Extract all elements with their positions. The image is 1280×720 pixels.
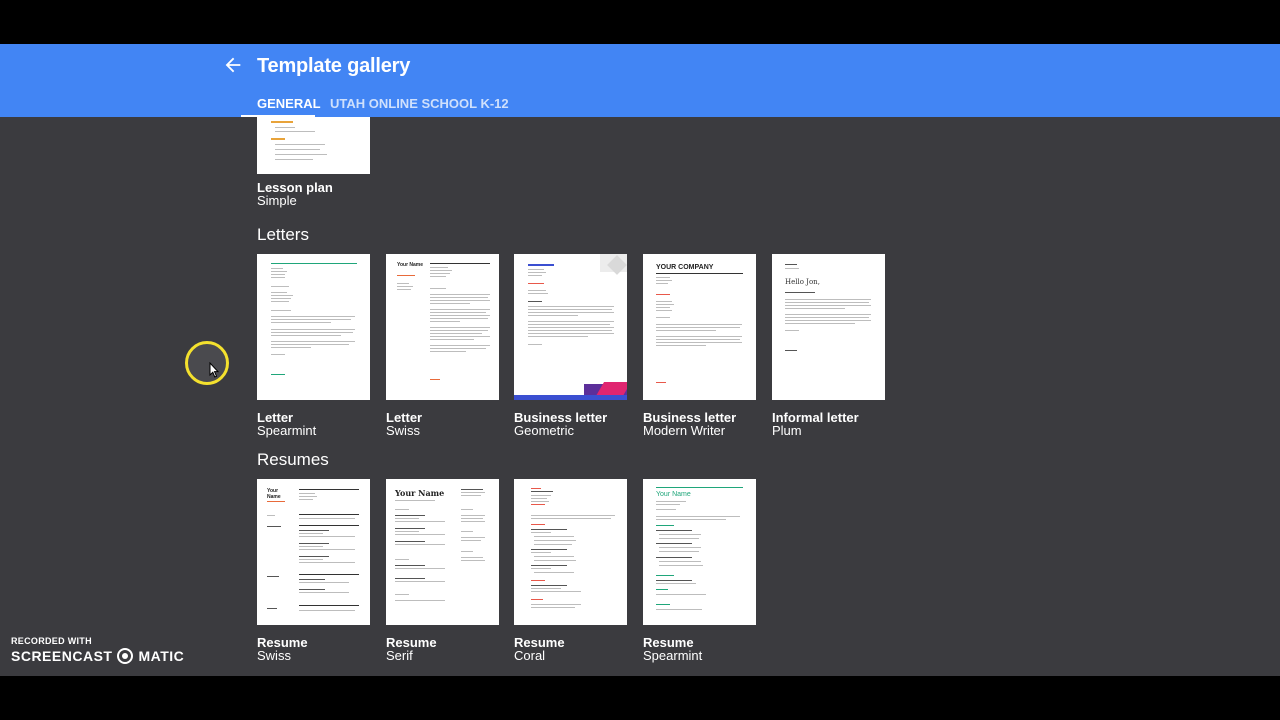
template-card-letter-swiss[interactable]: Your Name Letter Swiss (386, 254, 499, 438)
template-style: Coral (514, 648, 546, 663)
template-card-resume-swiss[interactable]: Your Name Resume Swiss (257, 479, 370, 663)
template-card-resume-spearmint[interactable]: Your Name Resume Spearmint (643, 479, 756, 663)
template-card-letter-spearmint[interactable]: Letter Spearmint (257, 254, 370, 438)
page-title: Template gallery (257, 55, 411, 77)
tab-general[interactable]: GENERAL (257, 96, 321, 111)
tab-utah-online-school[interactable]: UTAH ONLINE SCHOOL K-12 (330, 96, 509, 111)
cursor-highlight (185, 341, 229, 385)
section-title-resumes: Resumes (257, 450, 329, 469)
template-thumbnail (257, 117, 370, 174)
template-card-business-letter-geometric[interactable]: Business letter Geometric (514, 254, 627, 438)
template-style: Spearmint (643, 648, 703, 663)
template-thumbnail: Your Name (386, 479, 499, 625)
template-style: Swiss (257, 648, 291, 663)
template-style: Spearmint (257, 423, 317, 438)
template-style: Swiss (386, 423, 420, 438)
scrollbar[interactable] (1272, 44, 1280, 676)
template-thumbnail: Your Name (643, 479, 756, 625)
template-style: Geometric (514, 423, 574, 438)
template-style: Simple (257, 193, 297, 208)
thumb-name: Your Name (267, 488, 281, 500)
template-thumbnail: Your Name (257, 479, 370, 625)
template-card-informal-letter-plum[interactable]: Hello Jon, Informal letter Plum (772, 254, 885, 438)
template-thumbnail: Your Name (386, 254, 499, 400)
watermark-caption: RECORDED WITH (11, 636, 92, 646)
template-style: Plum (772, 423, 802, 438)
thumb-name: Your Name (656, 491, 691, 498)
back-arrow-icon[interactable] (222, 54, 244, 76)
watermark-brand-right: MATIC (138, 648, 185, 664)
template-thumbnail (514, 479, 627, 625)
thumb-company: YOUR COMPANY (656, 264, 714, 271)
section-title-letters: Letters (257, 225, 309, 244)
scrollbar-thumb[interactable] (1272, 44, 1280, 117)
thumb-name: Your Name (397, 262, 424, 268)
thumb-name: Your Name (395, 488, 445, 498)
screencast-watermark: RECORDED WITH SCREENCAST MATIC (11, 636, 184, 664)
thumb-greeting: Hello Jon, (785, 278, 820, 286)
watermark-brand-left: SCREENCAST (11, 648, 113, 664)
template-thumbnail: YOUR COMPANY (643, 254, 756, 400)
template-thumbnail: Hello Jon, (772, 254, 885, 400)
mouse-pointer-icon (209, 362, 219, 378)
template-card-business-letter-modern-writer[interactable]: YOUR COMPANY Business letter Modern Writ… (643, 254, 756, 438)
watermark-brand: SCREENCAST MATIC (11, 648, 184, 664)
template-card-lesson-plan[interactable]: Lesson plan Simple (257, 117, 370, 208)
template-thumbnail (257, 254, 370, 400)
template-card-resume-serif[interactable]: Your Name Resume Serif (386, 479, 499, 663)
app-bar: Template gallery GENERAL UTAH ONLINE SCH… (0, 44, 1280, 117)
template-card-resume-coral[interactable]: Resume Coral (514, 479, 627, 663)
template-thumbnail (514, 254, 627, 400)
template-style: Modern Writer (643, 423, 726, 438)
template-style: Serif (386, 648, 413, 663)
screencast-logo-icon (117, 648, 134, 664)
